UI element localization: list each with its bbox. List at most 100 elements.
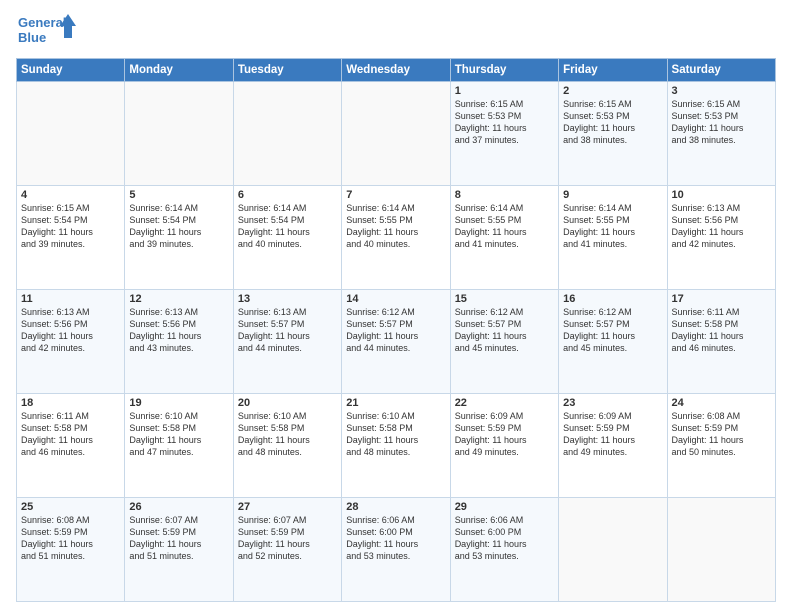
calendar-cell: 18Sunrise: 6:11 AM Sunset: 5:58 PM Dayli… xyxy=(17,394,125,498)
week-row-4: 18Sunrise: 6:11 AM Sunset: 5:58 PM Dayli… xyxy=(17,394,776,498)
day-number: 23 xyxy=(563,397,662,409)
cell-info: Sunrise: 6:15 AM Sunset: 5:53 PM Dayligh… xyxy=(455,98,554,147)
day-number: 14 xyxy=(346,293,445,305)
cell-info: Sunrise: 6:06 AM Sunset: 6:00 PM Dayligh… xyxy=(346,514,445,563)
calendar-cell: 24Sunrise: 6:08 AM Sunset: 5:59 PM Dayli… xyxy=(667,394,775,498)
day-number: 19 xyxy=(129,397,228,409)
weekday-header-row: SundayMondayTuesdayWednesdayThursdayFrid… xyxy=(17,59,776,82)
day-number: 3 xyxy=(672,85,771,97)
day-number: 2 xyxy=(563,85,662,97)
cell-info: Sunrise: 6:09 AM Sunset: 5:59 PM Dayligh… xyxy=(455,410,554,459)
header: General Blue xyxy=(16,12,776,52)
cell-info: Sunrise: 6:13 AM Sunset: 5:57 PM Dayligh… xyxy=(238,306,337,355)
cell-info: Sunrise: 6:14 AM Sunset: 5:55 PM Dayligh… xyxy=(563,202,662,251)
calendar-table: SundayMondayTuesdayWednesdayThursdayFrid… xyxy=(16,58,776,602)
cell-info: Sunrise: 6:15 AM Sunset: 5:54 PM Dayligh… xyxy=(21,202,120,251)
day-number: 25 xyxy=(21,501,120,513)
cell-info: Sunrise: 6:15 AM Sunset: 5:53 PM Dayligh… xyxy=(563,98,662,147)
cell-info: Sunrise: 6:11 AM Sunset: 5:58 PM Dayligh… xyxy=(672,306,771,355)
cell-info: Sunrise: 6:12 AM Sunset: 5:57 PM Dayligh… xyxy=(346,306,445,355)
weekday-saturday: Saturday xyxy=(667,59,775,82)
day-number: 4 xyxy=(21,189,120,201)
day-number: 26 xyxy=(129,501,228,513)
cell-info: Sunrise: 6:14 AM Sunset: 5:54 PM Dayligh… xyxy=(238,202,337,251)
calendar-cell xyxy=(559,498,667,602)
cell-info: Sunrise: 6:12 AM Sunset: 5:57 PM Dayligh… xyxy=(455,306,554,355)
cell-info: Sunrise: 6:14 AM Sunset: 5:55 PM Dayligh… xyxy=(346,202,445,251)
cell-info: Sunrise: 6:14 AM Sunset: 5:54 PM Dayligh… xyxy=(129,202,228,251)
svg-text:Blue: Blue xyxy=(18,30,46,45)
cell-info: Sunrise: 6:13 AM Sunset: 5:56 PM Dayligh… xyxy=(129,306,228,355)
page: General Blue SundayMondayTuesdayWednesda… xyxy=(0,0,792,612)
calendar-cell: 5Sunrise: 6:14 AM Sunset: 5:54 PM Daylig… xyxy=(125,186,233,290)
cell-info: Sunrise: 6:13 AM Sunset: 5:56 PM Dayligh… xyxy=(672,202,771,251)
weekday-friday: Friday xyxy=(559,59,667,82)
week-row-5: 25Sunrise: 6:08 AM Sunset: 5:59 PM Dayli… xyxy=(17,498,776,602)
cell-info: Sunrise: 6:14 AM Sunset: 5:55 PM Dayligh… xyxy=(455,202,554,251)
calendar-cell xyxy=(667,498,775,602)
day-number: 24 xyxy=(672,397,771,409)
calendar-cell: 15Sunrise: 6:12 AM Sunset: 5:57 PM Dayli… xyxy=(450,290,558,394)
svg-text:General: General xyxy=(18,15,66,30)
calendar-cell: 26Sunrise: 6:07 AM Sunset: 5:59 PM Dayli… xyxy=(125,498,233,602)
cell-info: Sunrise: 6:10 AM Sunset: 5:58 PM Dayligh… xyxy=(346,410,445,459)
day-number: 1 xyxy=(455,85,554,97)
weekday-sunday: Sunday xyxy=(17,59,125,82)
cell-info: Sunrise: 6:07 AM Sunset: 5:59 PM Dayligh… xyxy=(129,514,228,563)
cell-info: Sunrise: 6:07 AM Sunset: 5:59 PM Dayligh… xyxy=(238,514,337,563)
calendar-cell: 1Sunrise: 6:15 AM Sunset: 5:53 PM Daylig… xyxy=(450,82,558,186)
calendar-cell xyxy=(342,82,450,186)
cell-info: Sunrise: 6:10 AM Sunset: 5:58 PM Dayligh… xyxy=(238,410,337,459)
day-number: 9 xyxy=(563,189,662,201)
calendar-cell: 12Sunrise: 6:13 AM Sunset: 5:56 PM Dayli… xyxy=(125,290,233,394)
weekday-thursday: Thursday xyxy=(450,59,558,82)
day-number: 5 xyxy=(129,189,228,201)
day-number: 28 xyxy=(346,501,445,513)
day-number: 10 xyxy=(672,189,771,201)
weekday-monday: Monday xyxy=(125,59,233,82)
day-number: 6 xyxy=(238,189,337,201)
calendar-cell: 29Sunrise: 6:06 AM Sunset: 6:00 PM Dayli… xyxy=(450,498,558,602)
calendar-cell: 13Sunrise: 6:13 AM Sunset: 5:57 PM Dayli… xyxy=(233,290,341,394)
calendar-cell xyxy=(233,82,341,186)
day-number: 15 xyxy=(455,293,554,305)
calendar-cell: 6Sunrise: 6:14 AM Sunset: 5:54 PM Daylig… xyxy=(233,186,341,290)
calendar-cell: 9Sunrise: 6:14 AM Sunset: 5:55 PM Daylig… xyxy=(559,186,667,290)
calendar-cell: 2Sunrise: 6:15 AM Sunset: 5:53 PM Daylig… xyxy=(559,82,667,186)
calendar-cell: 4Sunrise: 6:15 AM Sunset: 5:54 PM Daylig… xyxy=(17,186,125,290)
cell-info: Sunrise: 6:08 AM Sunset: 5:59 PM Dayligh… xyxy=(672,410,771,459)
day-number: 8 xyxy=(455,189,554,201)
calendar-cell: 20Sunrise: 6:10 AM Sunset: 5:58 PM Dayli… xyxy=(233,394,341,498)
calendar-cell: 22Sunrise: 6:09 AM Sunset: 5:59 PM Dayli… xyxy=(450,394,558,498)
calendar-cell: 25Sunrise: 6:08 AM Sunset: 5:59 PM Dayli… xyxy=(17,498,125,602)
day-number: 20 xyxy=(238,397,337,409)
day-number: 22 xyxy=(455,397,554,409)
day-number: 21 xyxy=(346,397,445,409)
week-row-3: 11Sunrise: 6:13 AM Sunset: 5:56 PM Dayli… xyxy=(17,290,776,394)
cell-info: Sunrise: 6:06 AM Sunset: 6:00 PM Dayligh… xyxy=(455,514,554,563)
weekday-wednesday: Wednesday xyxy=(342,59,450,82)
day-number: 27 xyxy=(238,501,337,513)
calendar-cell: 10Sunrise: 6:13 AM Sunset: 5:56 PM Dayli… xyxy=(667,186,775,290)
calendar-cell: 11Sunrise: 6:13 AM Sunset: 5:56 PM Dayli… xyxy=(17,290,125,394)
day-number: 13 xyxy=(238,293,337,305)
week-row-2: 4Sunrise: 6:15 AM Sunset: 5:54 PM Daylig… xyxy=(17,186,776,290)
calendar-cell: 21Sunrise: 6:10 AM Sunset: 5:58 PM Dayli… xyxy=(342,394,450,498)
cell-info: Sunrise: 6:15 AM Sunset: 5:53 PM Dayligh… xyxy=(672,98,771,147)
day-number: 29 xyxy=(455,501,554,513)
day-number: 11 xyxy=(21,293,120,305)
calendar-cell xyxy=(125,82,233,186)
calendar-cell: 14Sunrise: 6:12 AM Sunset: 5:57 PM Dayli… xyxy=(342,290,450,394)
logo-svg: General Blue xyxy=(16,12,76,52)
cell-info: Sunrise: 6:12 AM Sunset: 5:57 PM Dayligh… xyxy=(563,306,662,355)
weekday-tuesday: Tuesday xyxy=(233,59,341,82)
day-number: 17 xyxy=(672,293,771,305)
calendar-cell: 8Sunrise: 6:14 AM Sunset: 5:55 PM Daylig… xyxy=(450,186,558,290)
calendar-cell: 16Sunrise: 6:12 AM Sunset: 5:57 PM Dayli… xyxy=(559,290,667,394)
day-number: 12 xyxy=(129,293,228,305)
day-number: 16 xyxy=(563,293,662,305)
calendar-cell: 23Sunrise: 6:09 AM Sunset: 5:59 PM Dayli… xyxy=(559,394,667,498)
logo: General Blue xyxy=(16,12,76,52)
calendar-cell: 19Sunrise: 6:10 AM Sunset: 5:58 PM Dayli… xyxy=(125,394,233,498)
cell-info: Sunrise: 6:13 AM Sunset: 5:56 PM Dayligh… xyxy=(21,306,120,355)
